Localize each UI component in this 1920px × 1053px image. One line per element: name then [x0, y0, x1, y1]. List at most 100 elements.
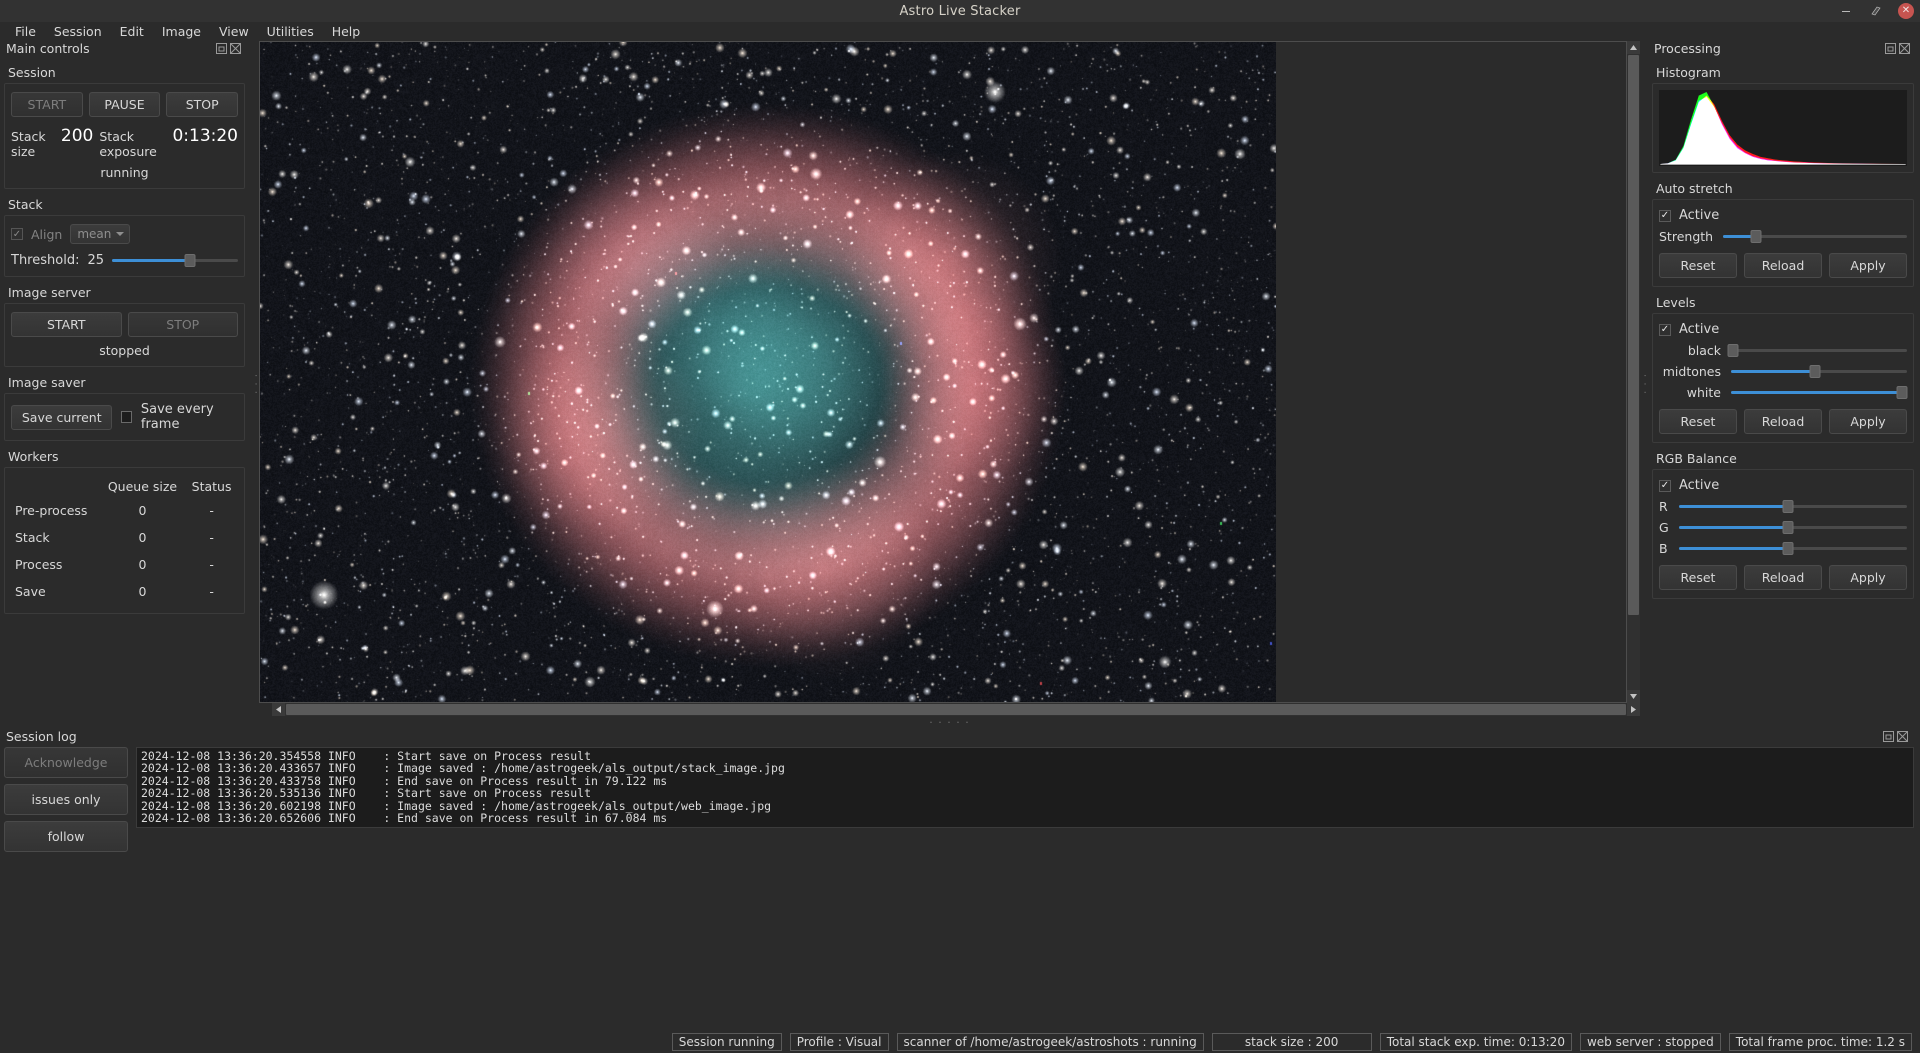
g-row: G: [1659, 520, 1907, 535]
stack-method-select[interactable]: mean: [70, 224, 130, 244]
image-server-stop-button[interactable]: STOP: [128, 312, 239, 337]
rgb-balance-label: RGB Balance: [1656, 451, 1914, 466]
session-state: running: [11, 165, 238, 180]
rgb-apply-button[interactable]: Apply: [1829, 565, 1907, 590]
follow-button[interactable]: follow: [4, 821, 128, 852]
bottom-splitter[interactable]: · · · · ·: [259, 716, 1640, 728]
stack-size-value: 200: [61, 126, 93, 146]
table-row: Pre-process 0 -: [11, 497, 238, 524]
rgb-active-checkbox[interactable]: ✓: [1659, 480, 1671, 492]
r-row: R: [1659, 499, 1907, 514]
r-slider[interactable]: [1679, 500, 1907, 514]
session-stop-button[interactable]: STOP: [166, 92, 238, 117]
workers-group-label: Workers: [8, 449, 245, 464]
worker-status: -: [185, 524, 238, 551]
float-icon[interactable]: [1885, 43, 1896, 54]
align-checkbox[interactable]: ✓: [11, 228, 23, 240]
close-icon[interactable]: ✕: [1898, 3, 1914, 19]
table-row: Process 0 -: [11, 551, 238, 578]
scroll-left-icon[interactable]: [272, 703, 285, 716]
issues-only-button[interactable]: issues only: [4, 784, 128, 815]
save-every-frame-checkbox[interactable]: [121, 411, 131, 423]
menu-file[interactable]: File: [6, 23, 45, 40]
image-server-buttons: START STOP: [11, 312, 238, 337]
levels-group: ✓ Active black midtones white Reset Relo…: [1652, 313, 1914, 443]
menu-edit[interactable]: Edit: [111, 23, 153, 40]
float-icon[interactable]: [216, 43, 227, 54]
midtones-row: midtones: [1659, 364, 1907, 379]
levels-reset-button[interactable]: Reset: [1659, 409, 1737, 434]
menu-image[interactable]: Image: [153, 23, 210, 40]
b-row: B: [1659, 541, 1907, 556]
threshold-label: Threshold:: [11, 253, 79, 268]
status-bar: Session running Profile : Visual scanner…: [0, 1031, 1920, 1053]
rgb-reset-button[interactable]: Reset: [1659, 565, 1737, 590]
horizontal-scroll-thumb[interactable]: [286, 704, 1626, 715]
black-label: black: [1659, 343, 1721, 358]
left-splitter[interactable]: · · ·: [251, 40, 259, 728]
right-splitter[interactable]: · · ·: [1640, 40, 1648, 728]
menu-session[interactable]: Session: [45, 23, 111, 40]
g-label: G: [1659, 520, 1669, 535]
image-server-start-button[interactable]: START: [11, 312, 122, 337]
image-view-panel: · · · · ·: [259, 40, 1640, 728]
auto-stretch-apply-button[interactable]: Apply: [1829, 253, 1907, 278]
rgb-reload-button[interactable]: Reload: [1744, 565, 1822, 590]
auto-stretch-reload-button[interactable]: Reload: [1744, 253, 1822, 278]
b-slider[interactable]: [1679, 542, 1907, 556]
threshold-slider[interactable]: [112, 254, 238, 268]
menu-view[interactable]: View: [210, 23, 258, 40]
save-current-button[interactable]: Save current: [11, 405, 112, 430]
image-horizontal-scrollbar[interactable]: [272, 703, 1640, 716]
black-row: black: [1659, 343, 1907, 358]
close-icon[interactable]: [230, 43, 241, 54]
r-label: R: [1659, 499, 1669, 514]
scroll-right-icon[interactable]: [1627, 703, 1640, 716]
scroll-down-icon[interactable]: [1627, 690, 1640, 703]
rgb-active-label: Active: [1679, 478, 1719, 493]
worker-status: -: [185, 578, 238, 605]
midtones-slider[interactable]: [1731, 365, 1907, 379]
session-log-output[interactable]: 2024-12-08 13:36:20.354558 INFO : Start …: [136, 747, 1914, 828]
white-slider[interactable]: [1731, 386, 1907, 400]
float-icon[interactable]: [1883, 731, 1894, 742]
table-row: Save 0 -: [11, 578, 238, 605]
session-start-button[interactable]: START: [11, 92, 83, 117]
auto-stretch-reset-button[interactable]: Reset: [1659, 253, 1737, 278]
session-group-label: Session: [8, 65, 245, 80]
histogram-canvas: [1659, 90, 1907, 166]
workers-col-queue: Queue size: [100, 476, 185, 497]
image-vertical-scrollbar[interactable]: [1627, 41, 1640, 703]
b-label: B: [1659, 541, 1669, 556]
menu-utilities[interactable]: Utilities: [258, 23, 323, 40]
vertical-scroll-thumb[interactable]: [1628, 55, 1639, 615]
g-slider[interactable]: [1679, 521, 1907, 535]
rgb-balance-group: ✓ Active R G B Reset Reload Apply: [1652, 469, 1914, 599]
worker-name: Pre-process: [11, 497, 100, 524]
session-buttons: START PAUSE STOP: [11, 92, 238, 117]
workers-table: Queue size Status Pre-process 0 - Stack …: [11, 476, 238, 605]
session-pause-button[interactable]: PAUSE: [89, 92, 161, 117]
acknowledge-button[interactable]: Acknowledge: [4, 747, 128, 778]
levels-active-checkbox[interactable]: ✓: [1659, 324, 1671, 336]
menu-help[interactable]: Help: [323, 23, 370, 40]
close-icon[interactable]: [1899, 43, 1910, 54]
black-slider[interactable]: [1731, 344, 1907, 358]
minimize-icon[interactable]: [1838, 3, 1854, 19]
maximize-icon[interactable]: [1868, 3, 1884, 19]
log-line: 2024-12-08 13:36:20.535136 INFO : Start …: [141, 787, 1909, 799]
scroll-up-icon[interactable]: [1627, 41, 1640, 54]
auto-stretch-active-checkbox[interactable]: ✓: [1659, 210, 1671, 222]
stacked-image[interactable]: [259, 41, 1627, 703]
worker-name: Save: [11, 578, 100, 605]
levels-apply-button[interactable]: Apply: [1829, 409, 1907, 434]
save-every-frame-label: Save every frame: [141, 402, 238, 432]
threshold-value: 25: [87, 253, 104, 268]
levels-reload-button[interactable]: Reload: [1744, 409, 1822, 434]
worker-queue: 0: [100, 497, 185, 524]
session-log-dock-header: Session log: [4, 728, 1914, 745]
close-icon[interactable]: [1897, 731, 1908, 742]
worker-queue: 0: [100, 524, 185, 551]
window-controls: ✕: [1838, 0, 1914, 22]
strength-slider[interactable]: [1723, 230, 1907, 244]
